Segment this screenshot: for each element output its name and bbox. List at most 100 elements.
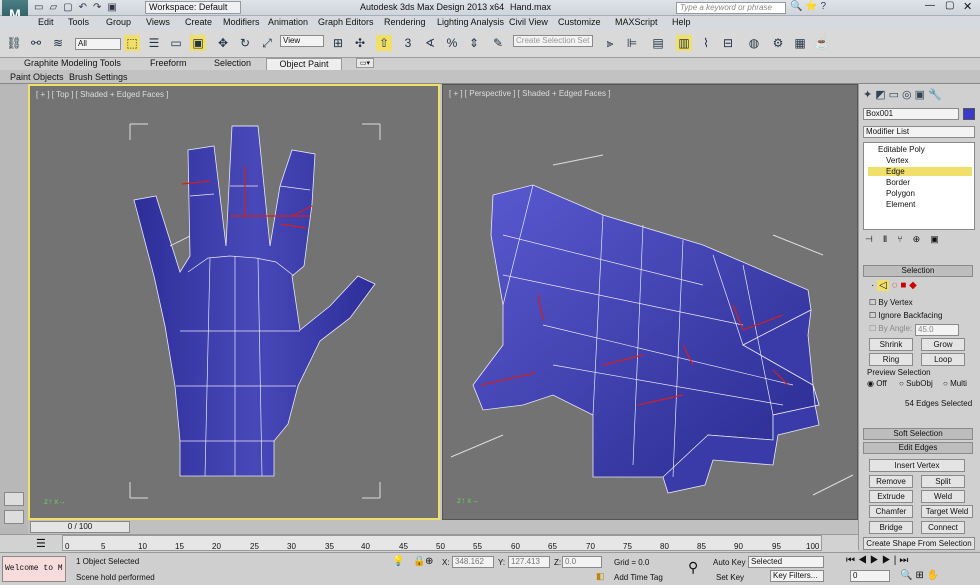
create-shape-button[interactable]: Create Shape From Selection	[863, 537, 975, 550]
menu-graph-editors[interactable]: Graph Editors	[318, 17, 374, 27]
track-bar-menu-icon[interactable]: ☰	[36, 537, 46, 550]
rollout-soft-selection[interactable]: Soft Selection	[863, 428, 973, 440]
weld-button[interactable]: Weld	[921, 490, 965, 503]
key-filters-button[interactable]: Key Filters...	[770, 570, 824, 582]
spinner-snap-icon[interactable]: ⇕	[466, 35, 482, 51]
loop-button[interactable]: Loop	[921, 353, 965, 366]
add-time-tag-icon[interactable]: ◧	[596, 571, 605, 582]
time-slider[interactable]: 0 / 100	[28, 520, 858, 534]
search-input[interactable]: Type a keyword or phrase	[676, 2, 786, 14]
by-angle-checkbox[interactable]: ☐ By Angle:	[869, 324, 912, 333]
menu-customize[interactable]: Customize	[558, 17, 601, 27]
tab-brush-settings[interactable]: Brush Settings	[69, 72, 128, 82]
rect-region-icon[interactable]: ▭	[168, 35, 184, 51]
target-weld-button[interactable]: Target Weld	[921, 505, 973, 518]
rollout-selection[interactable]: Selection	[863, 265, 973, 277]
ignore-backfacing-checkbox[interactable]: ☐ Ignore Backfacing	[869, 311, 942, 320]
render-production-icon[interactable]: ☕	[814, 35, 830, 51]
tab-selection[interactable]: Selection	[214, 58, 251, 68]
set-key-button[interactable]: Set Key	[716, 573, 744, 582]
ref-coord-dropdown[interactable]: View	[280, 35, 324, 47]
tab-freeform[interactable]: Freeform	[150, 58, 187, 68]
stack-tools[interactable]: ⊣Ⅱ⑂⊕▣	[865, 234, 975, 246]
menu-group[interactable]: Group	[106, 17, 131, 27]
keyboard-shortcut-icon[interactable]: ⇧	[376, 35, 392, 51]
polygon-mode-icon[interactable]: ■	[900, 280, 906, 291]
key-mode-dropdown[interactable]: Selected	[748, 556, 824, 568]
ring-button[interactable]: Ring	[869, 353, 913, 366]
menu-create[interactable]: Create	[185, 17, 212, 27]
current-frame-field[interactable]: 0	[850, 570, 890, 582]
modifier-list-dropdown[interactable]: Modifier List	[863, 126, 975, 138]
viewport-top[interactable]: [ + ] [ Top ] [ Shaded + Edged Faces ] z…	[28, 84, 440, 520]
viewport-nav-controls[interactable]: 🔍⊞✋	[900, 570, 942, 581]
y-coord-field[interactable]: 127.413	[508, 556, 550, 568]
stack-edge[interactable]: Edge	[868, 167, 972, 176]
time-slider-thumb[interactable]: 0 / 100	[30, 521, 130, 533]
preview-multi-radio[interactable]: ○ Multi	[943, 379, 967, 388]
rotate-icon[interactable]: ↻	[237, 35, 253, 51]
auto-key-button[interactable]: Auto Key	[713, 558, 745, 567]
tab-object-paint[interactable]: Object Paint	[266, 58, 342, 70]
window-crossing-icon[interactable]: ▣	[190, 35, 206, 51]
edit-named-sel-icon[interactable]: ✎	[490, 35, 506, 51]
menu-lighting-analysis[interactable]: Lighting Analysis	[437, 17, 504, 27]
snap-toggle-icon[interactable]: 3	[400, 35, 416, 51]
angle-value-field[interactable]: 45.0	[915, 324, 959, 336]
menu-modifiers[interactable]: Modifiers	[223, 17, 260, 27]
ribbon-options-button[interactable]: ▭▾	[356, 58, 374, 68]
bridge-button[interactable]: Bridge	[869, 521, 913, 534]
menu-maxscript[interactable]: MAXScript	[615, 17, 658, 27]
subobject-icons[interactable]: · ◁ ◌ ■ ◆	[871, 280, 971, 292]
connect-button[interactable]: Connect	[921, 521, 965, 534]
add-time-tag[interactable]: Add Time Tag	[614, 573, 663, 582]
help-icons[interactable]: 🔍 ⭐ ?	[790, 1, 826, 12]
preview-subobj-radio[interactable]: ○ SubObj	[899, 379, 933, 388]
bind-spacewarp-icon[interactable]: ≋	[50, 35, 66, 51]
unlink-icon[interactable]: ⚯	[28, 35, 44, 51]
stack-border[interactable]: Border	[886, 178, 910, 187]
scale-icon[interactable]: ⤢	[259, 35, 275, 51]
extrude-button[interactable]: Extrude	[869, 490, 913, 503]
object-color-swatch[interactable]	[963, 108, 975, 120]
tab-graphite-modeling-tools[interactable]: Graphite Modeling Tools	[24, 58, 121, 68]
percent-snap-icon[interactable]: %	[444, 35, 460, 51]
schematic-view-icon[interactable]: ⊟	[720, 35, 736, 51]
select-by-name-icon[interactable]: ☰	[146, 35, 162, 51]
rollout-edit-edges[interactable]: Edit Edges	[863, 442, 973, 454]
maximize-button[interactable]: ▢	[945, 0, 954, 11]
menu-tools[interactable]: Tools	[68, 17, 89, 27]
align-icon[interactable]: ⊫	[624, 35, 640, 51]
edge-mode-icon[interactable]: ◁	[877, 280, 889, 291]
curve-editor-icon[interactable]: ⌇	[698, 35, 714, 51]
stack-vertex[interactable]: Vertex	[886, 156, 909, 165]
cmd-tabs[interactable]: ✦◩▭◎▣🔧	[863, 88, 977, 104]
menu-edit[interactable]: Edit	[38, 17, 54, 27]
material-editor-icon[interactable]: ◍	[746, 35, 762, 51]
vertex-mode-icon[interactable]: ·	[871, 280, 874, 291]
playback-controls[interactable]: ⏮◀▶▶|⏭	[846, 555, 911, 566]
grow-button[interactable]: Grow	[921, 338, 965, 351]
manipulate-icon[interactable]: ✣	[352, 35, 368, 51]
workspace-dropdown[interactable]: Workspace: Default	[145, 1, 241, 14]
tab-paint-objects[interactable]: Paint Objects	[10, 72, 64, 82]
transform-mode-icon[interactable]: ⊕	[425, 556, 433, 567]
rendered-frame-icon[interactable]: ▦	[792, 35, 808, 51]
maxscript-listener[interactable]: Welcome to M	[2, 556, 66, 582]
render-setup-icon[interactable]: ⚙	[770, 35, 786, 51]
x-coord-field[interactable]: 348.162	[452, 556, 494, 568]
split-button[interactable]: Split	[921, 475, 965, 488]
menu-help[interactable]: Help	[672, 17, 691, 27]
isolate-icon[interactable]: 💡	[392, 556, 404, 567]
element-mode-icon[interactable]: ◆	[909, 280, 917, 291]
shrink-button[interactable]: Shrink	[869, 338, 913, 351]
insert-vertex-button[interactable]: Insert Vertex	[869, 459, 965, 472]
pivot-icon[interactable]: ⊞	[330, 35, 346, 51]
graphite-toggle-icon[interactable]: ▥	[676, 35, 692, 51]
z-coord-field[interactable]: 0.0	[562, 556, 602, 568]
minimize-button[interactable]: —	[925, 0, 935, 11]
object-name-field[interactable]: Box001	[863, 108, 959, 120]
select-object-icon[interactable]: ⬚	[124, 35, 140, 51]
remove-button[interactable]: Remove	[869, 475, 913, 488]
track-bar[interactable]: ☰ 0 5 10 15 20 25 30 35 40 45 50 55 60 6…	[0, 534, 858, 552]
